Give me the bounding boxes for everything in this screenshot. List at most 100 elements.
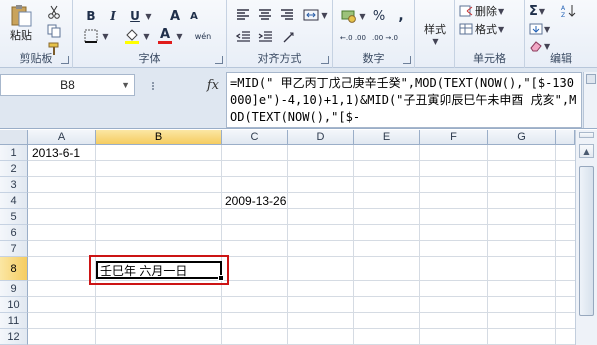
underline-dropdown[interactable]: ▼ bbox=[143, 7, 153, 25]
chevron-down-icon: ▼ bbox=[145, 11, 152, 21]
merge-icon bbox=[303, 9, 319, 21]
underline-button[interactable]: U bbox=[125, 7, 145, 25]
styles-button[interactable]: 样式 ▼ bbox=[419, 2, 451, 46]
font-color-dropdown[interactable]: ▼ bbox=[174, 27, 184, 45]
row-header-2[interactable]: 2 bbox=[0, 161, 28, 177]
decrease-decimal-icon: .00 →.0 bbox=[372, 34, 398, 42]
italic-button[interactable]: I bbox=[103, 7, 123, 25]
row-header-10[interactable]: 10 bbox=[0, 297, 28, 313]
font-group: B I U ▼ A A ▼ ▼ A ▼ wén 字体 bbox=[73, 0, 227, 68]
scroll-up-button[interactable]: ▲ bbox=[579, 144, 594, 158]
cell-a1[interactable]: 2013-6-1 bbox=[29, 145, 95, 161]
increase-decimal-button[interactable]: ←.0 .00 bbox=[339, 29, 367, 47]
row-header-7[interactable]: 7 bbox=[0, 241, 28, 257]
formula-bar-expand[interactable] bbox=[583, 72, 597, 128]
borders-button[interactable] bbox=[81, 27, 101, 45]
align-center-button[interactable] bbox=[255, 6, 275, 24]
alignment-group: ▼ 对齐方式 bbox=[227, 0, 333, 68]
clipboard-group: 粘贴 剪贴板 bbox=[0, 0, 73, 68]
row-header-6[interactable]: 6 bbox=[0, 225, 28, 241]
row-header-11[interactable]: 11 bbox=[0, 313, 28, 329]
bold-button[interactable]: B bbox=[81, 7, 101, 25]
column-header-a[interactable]: A bbox=[28, 130, 96, 145]
delete-cells-icon bbox=[459, 5, 473, 17]
column-header-d[interactable]: D bbox=[288, 130, 354, 145]
delete-button[interactable]: 删除 ▼ bbox=[459, 3, 504, 19]
fill-color-dropdown[interactable]: ▼ bbox=[141, 27, 151, 45]
number-dialog-launcher[interactable] bbox=[403, 56, 411, 64]
row-header-8[interactable]: 8 bbox=[0, 257, 28, 281]
formula-scroll-thumb[interactable] bbox=[586, 74, 596, 84]
column-header-c[interactable]: C bbox=[222, 130, 288, 145]
vertical-scrollbar[interactable]: ▲ bbox=[575, 130, 597, 345]
chevron-down-icon: ▼ bbox=[538, 6, 546, 16]
split-handle[interactable] bbox=[579, 132, 594, 138]
chevron-down-icon: ▼ bbox=[359, 11, 366, 21]
borders-dropdown[interactable]: ▼ bbox=[100, 27, 110, 45]
scroll-thumb[interactable] bbox=[579, 166, 594, 316]
column-header-f[interactable]: F bbox=[420, 130, 488, 145]
row-header-5[interactable]: 5 bbox=[0, 209, 28, 225]
column-header-h[interactable] bbox=[556, 130, 575, 145]
number-group: ▼ % , ←.0 .00 .00 →.0 数字 bbox=[333, 0, 415, 68]
clipboard-dialog-launcher[interactable] bbox=[61, 56, 69, 64]
merge-center-button[interactable] bbox=[301, 6, 321, 24]
formula-bar-splitter[interactable] bbox=[152, 82, 156, 90]
row-header-4[interactable]: 4 bbox=[0, 193, 28, 209]
font-color-button[interactable]: A bbox=[155, 27, 175, 45]
align-right-icon bbox=[281, 9, 293, 20]
font-dialog-launcher[interactable] bbox=[215, 56, 223, 64]
accounting-dropdown[interactable]: ▼ bbox=[357, 7, 367, 25]
phonetic-button[interactable]: wén bbox=[191, 27, 215, 45]
increase-indent-button[interactable] bbox=[255, 28, 275, 46]
chevron-down-icon: ▼ bbox=[544, 24, 551, 34]
percent-button[interactable]: % bbox=[369, 7, 389, 25]
merge-dropdown[interactable]: ▼ bbox=[319, 6, 329, 24]
scissors-icon bbox=[48, 5, 60, 19]
orientation-button[interactable] bbox=[279, 28, 299, 46]
chevron-down-icon: ▼ bbox=[432, 37, 439, 46]
paste-button[interactable]: 粘贴 bbox=[4, 4, 38, 44]
align-left-button[interactable] bbox=[233, 6, 253, 24]
sort-filter-button[interactable]: AZ bbox=[561, 3, 577, 19]
chevron-down-icon: ▼ bbox=[321, 10, 328, 20]
up-arrow-icon: ▲ bbox=[583, 146, 590, 156]
autosum-button[interactable]: Σ ▼ bbox=[529, 3, 545, 19]
name-box[interactable]: B8 ▼ bbox=[0, 74, 135, 96]
format-label: 格式 bbox=[475, 23, 497, 36]
cell-c4[interactable]: 2009-13-26 bbox=[222, 193, 322, 209]
chevron-down-icon[interactable]: ▼ bbox=[121, 80, 130, 90]
grow-font-button[interactable]: A bbox=[165, 7, 185, 25]
row-header-9[interactable]: 9 bbox=[0, 281, 28, 297]
accounting-format-button[interactable] bbox=[339, 7, 359, 25]
align-right-button[interactable] bbox=[277, 6, 297, 24]
format-cells-icon bbox=[459, 23, 473, 35]
decrease-decimal-button[interactable]: .00 →.0 bbox=[371, 29, 399, 47]
insert-function-button[interactable]: fx bbox=[207, 78, 219, 93]
select-all-corner[interactable] bbox=[0, 130, 28, 145]
decrease-indent-button[interactable] bbox=[233, 28, 253, 46]
formula-input[interactable]: =MID(" 甲乙丙丁戊己庚辛壬癸",MOD(TEXT(NOW(),"[$-13… bbox=[226, 72, 582, 128]
copy-icon bbox=[47, 24, 61, 38]
column-header-g[interactable]: G bbox=[488, 130, 556, 145]
font-color-swatch bbox=[158, 40, 172, 44]
row-header-3[interactable]: 3 bbox=[0, 177, 28, 193]
alignment-dialog-launcher[interactable] bbox=[321, 56, 329, 64]
copy-button[interactable] bbox=[44, 22, 64, 40]
fill-color-button[interactable] bbox=[122, 27, 142, 45]
orientation-icon bbox=[283, 32, 294, 43]
comma-button[interactable]: , bbox=[391, 7, 411, 25]
format-button[interactable]: 格式 ▼ bbox=[459, 21, 504, 37]
shrink-font-button[interactable]: A bbox=[184, 7, 204, 25]
column-header-b[interactable]: B bbox=[96, 130, 222, 145]
fill-button[interactable]: ▼ bbox=[529, 21, 550, 37]
fill-bucket-icon bbox=[125, 29, 139, 44]
insert-function-area: fx bbox=[140, 74, 225, 96]
cells-group-label: 单元格 bbox=[473, 52, 506, 65]
editing-group-label: 编辑 bbox=[550, 52, 572, 65]
row-header-1[interactable]: 1 bbox=[0, 145, 28, 161]
column-header-e[interactable]: E bbox=[354, 130, 420, 145]
styles-label: 样式 bbox=[424, 23, 446, 36]
cut-button[interactable] bbox=[44, 3, 64, 21]
row-header-12[interactable]: 12 bbox=[0, 329, 28, 345]
